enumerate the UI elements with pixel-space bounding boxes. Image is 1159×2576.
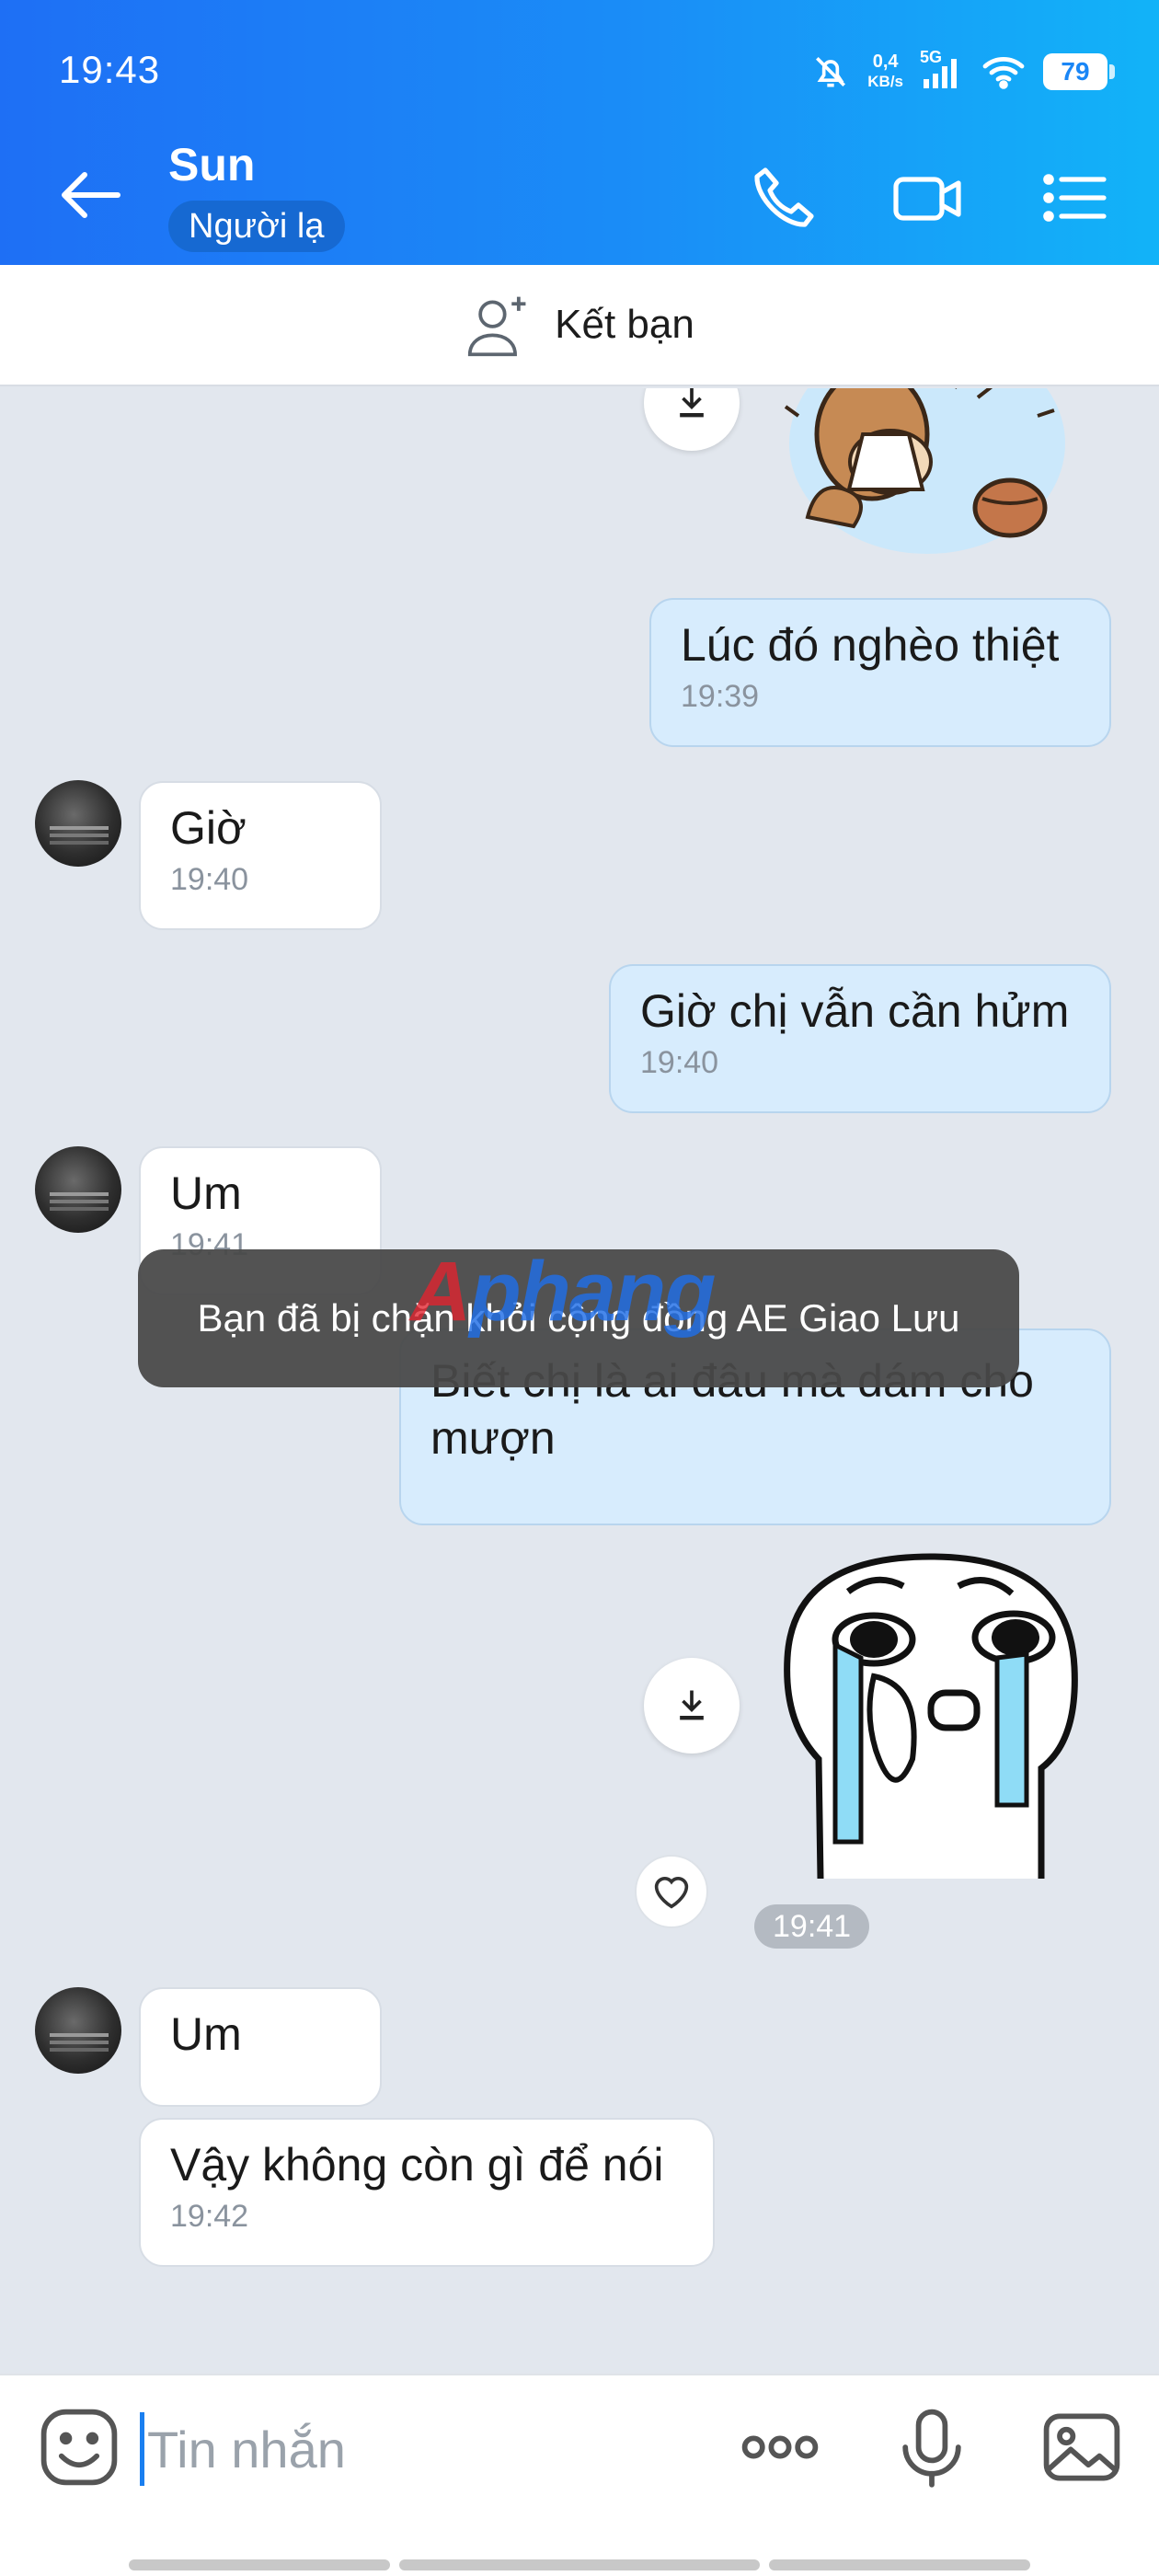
nav-bar-segment-right[interactable] xyxy=(769,2559,1030,2570)
watermark: Aphang xyxy=(410,1244,716,1340)
sticker-download-button[interactable] xyxy=(644,1658,740,1754)
sticker-crying-face[interactable] xyxy=(765,1529,1096,1888)
network-speed: 0,4 KB/s xyxy=(867,52,903,92)
sticker-crying-bear[interactable] xyxy=(771,388,1084,563)
add-friend-icon xyxy=(468,296,526,357)
emoji-icon[interactable] xyxy=(35,2403,123,2491)
add-friend-label: Kết bạn xyxy=(555,302,694,347)
message-bubble-mine[interactable]: Giờ chị vẫn cần hửm 19:40 xyxy=(609,964,1111,1113)
message-time: 19:40 xyxy=(640,1045,719,1080)
message-bubble-mine[interactable]: Lúc đó nghèo thiệt 19:39 xyxy=(649,598,1111,747)
nav-bar-segment-left[interactable] xyxy=(129,2559,390,2570)
video-call-icon[interactable] xyxy=(890,161,964,235)
message-bubble-theirs[interactable]: Vậy không còn gì để nói 19:42 xyxy=(139,2118,715,2267)
heart-icon xyxy=(654,1877,689,1909)
add-friend-bar[interactable]: Kết bạn xyxy=(0,265,1159,386)
message-text: Vậy không còn gì để nói xyxy=(170,2139,664,2191)
message-time: 19:42 xyxy=(170,2199,249,2234)
message-input-bar xyxy=(0,2374,1159,2576)
message-text-line2: mượn xyxy=(430,1412,556,1464)
contact-name[interactable]: Sun xyxy=(168,138,255,191)
message-bubble-theirs[interactable]: Giờ 19:40 xyxy=(139,781,382,930)
message-input[interactable] xyxy=(147,2409,662,2490)
microphone-icon[interactable] xyxy=(888,2403,976,2491)
nav-bar-segment-center[interactable] xyxy=(399,2559,760,2570)
contact-avatar[interactable] xyxy=(35,780,121,867)
signal-indicator: 5G xyxy=(920,48,964,90)
signal-icon xyxy=(924,59,957,88)
message-bubble-theirs[interactable]: Um xyxy=(139,1987,382,2107)
contact-avatar[interactable] xyxy=(35,1987,121,2074)
net-speed-unit: KB/s xyxy=(867,73,903,90)
message-text: Giờ xyxy=(170,802,247,854)
message-time: 19:39 xyxy=(681,679,760,714)
image-icon[interactable] xyxy=(1038,2403,1126,2491)
mute-icon xyxy=(816,57,846,87)
sticker-download-button[interactable] xyxy=(644,388,740,451)
react-heart-button[interactable] xyxy=(635,1855,708,1928)
message-text: Um xyxy=(170,2008,242,2060)
message-time: 19:40 xyxy=(170,862,249,897)
watermark-part2: phang xyxy=(469,1245,716,1339)
watermark-part1: A xyxy=(410,1245,471,1339)
phone-icon[interactable] xyxy=(747,161,820,235)
chat-screen: { "status_bar": { "time": "19:43", "net_… xyxy=(0,0,1159,2576)
wifi-icon xyxy=(982,56,1025,89)
net-speed-value: 0,4 xyxy=(872,52,899,72)
message-text: Giờ chị vẫn cần hửm xyxy=(640,985,1070,1037)
contact-avatar[interactable] xyxy=(35,1146,121,1233)
back-arrow-icon[interactable] xyxy=(55,158,129,232)
chat-header: 19:43 0,4 KB/s 5G 79 Sun Người lạ xyxy=(0,0,1159,265)
download-icon xyxy=(680,388,704,418)
sticker-time-pill: 19:41 xyxy=(754,1904,870,1949)
stranger-badge: Người lạ xyxy=(168,201,345,252)
text-caret xyxy=(140,2412,144,2486)
message-text: Lúc đó nghèo thiệt xyxy=(681,619,1060,671)
more-icon[interactable] xyxy=(736,2403,824,2491)
menu-list-icon[interactable] xyxy=(1038,161,1111,235)
status-icons: 0,4 KB/s 5G 79 xyxy=(810,44,1115,99)
download-icon xyxy=(680,1690,704,1720)
status-time: 19:43 xyxy=(59,48,161,91)
battery-indicator: 79 xyxy=(1043,53,1115,90)
message-text: Um xyxy=(170,1167,242,1219)
